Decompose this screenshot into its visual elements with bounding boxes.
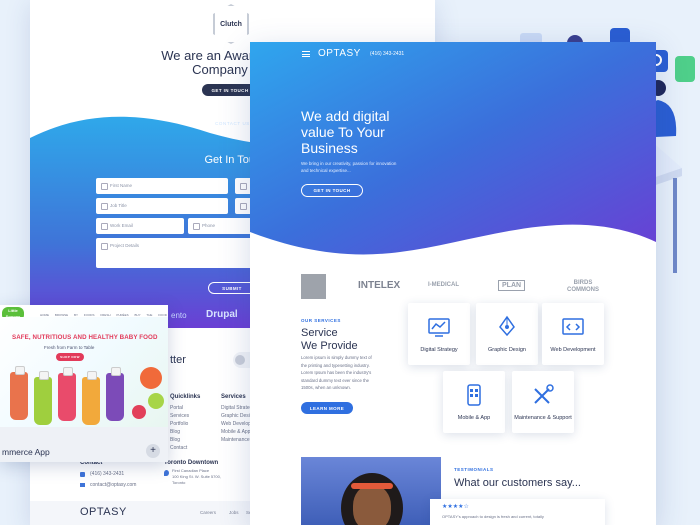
- review-text: OPTASY's approach to design is fresh and…: [442, 514, 544, 519]
- review-card: ★★★★☆ OPTASY's approach to design is fre…: [430, 499, 605, 525]
- service-label: Web Development: [550, 347, 596, 353]
- testimonial-photo: [301, 457, 441, 525]
- toronto-title: Toronto Downtown: [164, 460, 219, 466]
- client-logo-birds: BIRDS COMMONS: [567, 280, 599, 293]
- fruit-decoration: [148, 393, 164, 409]
- hero-get-in-touch-button[interactable]: GET IN TOUCH: [301, 184, 363, 197]
- client-logo-plan: PLAN: [498, 280, 526, 291]
- hero-subtitle: We bring in our creativity, passion for …: [301, 161, 397, 173]
- mail-icon: [80, 483, 85, 487]
- photo-headband: [351, 483, 393, 489]
- fruit-decoration: [132, 405, 146, 419]
- first-name-field[interactable]: First Name: [96, 178, 228, 194]
- service-label: Maintenance & Support: [514, 415, 572, 421]
- ecommerce-app-card: Little Spoons HOME BROWSE BY FOODS FRESH…: [0, 305, 168, 462]
- services-kicker: OUR SERVICES: [301, 318, 341, 323]
- review-stars: ★★★★☆: [442, 504, 469, 510]
- tools-icon: [534, 384, 554, 404]
- job-title-field[interactable]: Job Title: [96, 198, 228, 214]
- main-logo[interactable]: OPTASY: [318, 48, 361, 59]
- testimonials-kicker: TESTIMONIALS: [454, 467, 494, 472]
- quicklink-item[interactable]: Portfolio: [170, 420, 189, 428]
- service-card-web-development[interactable]: Web Development: [542, 303, 604, 365]
- learn-more-button[interactable]: LEARN MORE: [301, 402, 353, 414]
- partner-logo-1: ento: [171, 311, 187, 320]
- ecommerce-caption: mmerce App: [2, 447, 50, 457]
- baby-food-subline: Fresh from Farm to Table: [44, 345, 95, 350]
- fruit-decoration: [140, 367, 162, 389]
- baby-food-headline: SAFE, NUTRITIOUS AND HEALTHY BABY FOOD: [12, 334, 158, 341]
- pouch-product[interactable]: [34, 371, 52, 425]
- hero-title: We add digital value To Your Business: [301, 108, 390, 156]
- testimonials-title: What our customers say...: [454, 477, 581, 489]
- pen-icon: [499, 315, 515, 337]
- services-body: Lorem ipsum is simply dummy text of the …: [301, 355, 372, 390]
- newsletter-icon: [235, 355, 245, 365]
- contact-phone[interactable]: (416) 343-2431: [90, 470, 124, 478]
- pouch-product[interactable]: [58, 367, 76, 421]
- footer-link[interactable]: Careers: [200, 510, 216, 515]
- service-label: Mobile & App: [457, 415, 491, 421]
- partner-logo-drupal: Drupal: [206, 309, 238, 320]
- expand-plus-button[interactable]: +: [146, 444, 160, 458]
- main-page-mockup: OPTASY (416) 343-2431 We add digital val…: [250, 42, 656, 525]
- services-title: Service We Provide: [301, 327, 358, 352]
- pouch-product[interactable]: [106, 367, 124, 421]
- service-card-graphic-design[interactable]: Graphic Design: [476, 303, 538, 365]
- pouch-product[interactable]: [10, 366, 28, 420]
- shop-now-button[interactable]: SHOP NOW: [56, 353, 84, 361]
- strategy-icon: [428, 318, 450, 337]
- quicklink-item[interactable]: Blog: [170, 436, 189, 444]
- work-email-field[interactable]: Work Email: [96, 218, 184, 234]
- service-card-digital-strategy[interactable]: Digital Strategy: [408, 303, 470, 365]
- service-card-mobile-app[interactable]: Mobile & App: [443, 371, 505, 433]
- submit-button[interactable]: SUBMIT: [208, 282, 256, 294]
- code-icon: [562, 318, 584, 335]
- header-phone[interactable]: (416) 343-2431: [370, 51, 404, 57]
- toronto-address: First Canadian Place 100 King St. W. Sui…: [172, 468, 221, 485]
- services-footer-title: Services: [221, 394, 246, 400]
- contact-email[interactable]: contact@optasy.com: [90, 481, 136, 489]
- quicklinks-title: Quicklinks: [170, 394, 201, 400]
- photo-face: [353, 485, 391, 525]
- pouch-product[interactable]: [82, 371, 100, 425]
- baby-food-banner: SAFE, NUTRITIOUS AND HEALTHY BABY FOOD F…: [0, 317, 168, 427]
- hero-gradient-bg: [250, 42, 656, 255]
- newsletter-title: tter: [170, 354, 186, 366]
- location-pin-icon: [164, 470, 169, 476]
- hamburger-menu-icon-mid: [302, 54, 310, 55]
- service-label: Graphic Design: [488, 347, 526, 353]
- footer-logo[interactable]: OPTASY: [80, 506, 127, 518]
- quicklink-item[interactable]: Services: [170, 412, 189, 420]
- phone-icon: [80, 472, 85, 477]
- quicklink-item[interactable]: Portal: [170, 404, 189, 412]
- clutch-badge: Clutch: [213, 4, 249, 44]
- client-logo-imedical: I-MEDICAL: [428, 282, 459, 288]
- client-logo-intelex: INTELEX: [358, 280, 401, 291]
- quicklink-item[interactable]: Blog: [170, 428, 189, 436]
- client-logo-tile: [301, 274, 326, 299]
- service-label: Digital Strategy: [420, 347, 458, 353]
- footer-link[interactable]: Jobs: [229, 510, 239, 515]
- mobile-icon: [467, 384, 481, 406]
- project-details-field[interactable]: Project Details: [96, 238, 268, 268]
- quicklink-item[interactable]: Contact: [170, 444, 189, 452]
- quicklinks-list: Portal Services Portfolio Blog Blog Cont…: [170, 404, 189, 452]
- service-card-maintenance[interactable]: Maintenance & Support: [512, 371, 574, 433]
